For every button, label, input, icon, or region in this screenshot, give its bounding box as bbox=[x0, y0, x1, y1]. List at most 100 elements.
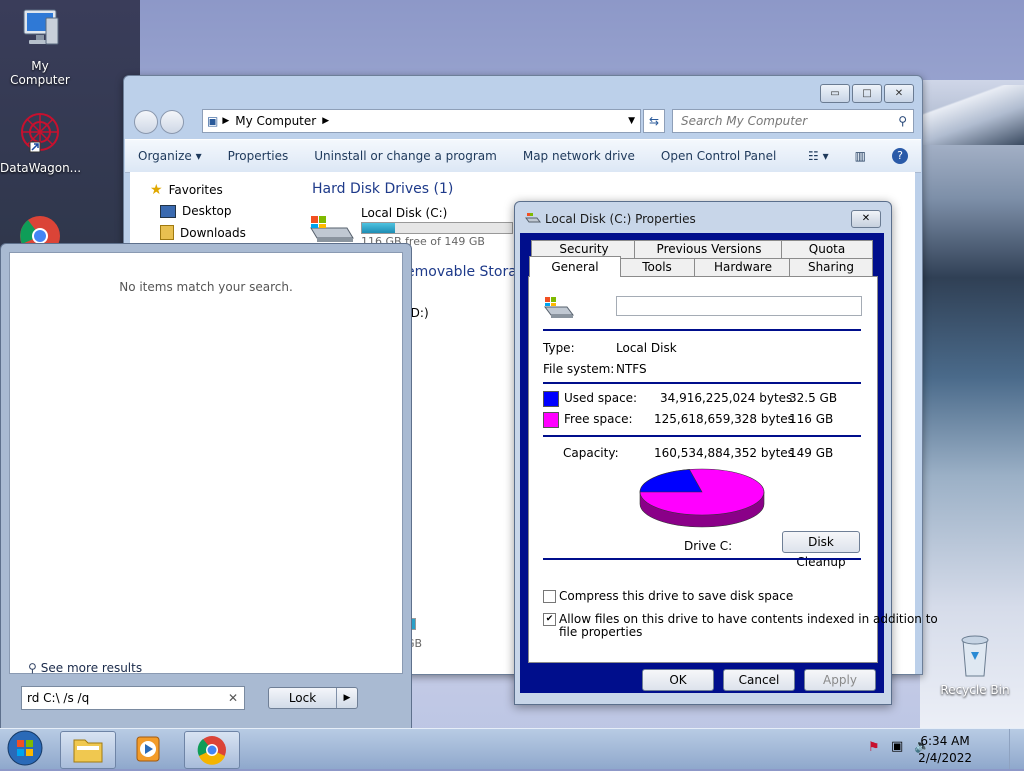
divider bbox=[543, 435, 861, 437]
desktop-icon-label: Recycle Bin bbox=[940, 683, 1010, 697]
lock-button[interactable]: Lock bbox=[269, 688, 337, 708]
tab-previous-versions[interactable]: Previous Versions bbox=[634, 240, 784, 258]
nav-desktop[interactable]: Desktop bbox=[160, 204, 232, 218]
refresh-button[interactable]: ⇆ bbox=[643, 109, 665, 133]
properties-dialog: Local Disk (C:) Properties ✕ Security Pr… bbox=[514, 201, 938, 705]
ok-button[interactable]: OK bbox=[642, 669, 714, 691]
taskbar-chrome-button[interactable] bbox=[184, 731, 240, 769]
cancel-button[interactable]: Cancel bbox=[723, 669, 795, 691]
forward-button[interactable] bbox=[160, 110, 184, 134]
compress-checkbox[interactable] bbox=[543, 590, 556, 603]
downloads-icon bbox=[160, 225, 174, 240]
dialog-title: Local Disk (C:) Properties bbox=[545, 212, 696, 226]
properties-button[interactable]: Properties bbox=[215, 149, 302, 163]
tab-tools[interactable]: Tools bbox=[617, 258, 697, 276]
close-button[interactable]: ✕ bbox=[884, 84, 914, 103]
search-icon[interactable]: ⚲ bbox=[898, 114, 907, 128]
folder-icon bbox=[73, 739, 103, 763]
power-options-arrow-icon[interactable]: ▶ bbox=[337, 688, 357, 708]
open-control-panel-button[interactable]: Open Control Panel bbox=[648, 149, 789, 163]
command-bar: Organize ▾ Properties Uninstall or chang… bbox=[125, 139, 921, 173]
tab-general[interactable]: General bbox=[529, 256, 621, 277]
divider bbox=[543, 382, 861, 384]
dialog-body: Security Previous Versions Quota Tools H… bbox=[520, 233, 938, 693]
tab-quota[interactable]: Quota bbox=[781, 240, 873, 258]
search-icon: ⚲ bbox=[28, 661, 37, 675]
help-icon[interactable]: ? bbox=[879, 148, 921, 164]
free-space-label: Free space: bbox=[564, 412, 633, 426]
taskbar-explorer-button[interactable] bbox=[60, 731, 116, 769]
removable-section-title-partial[interactable]: emovable Storag bbox=[406, 264, 526, 280]
recycle-bin-icon bbox=[961, 635, 989, 677]
tab-sharing[interactable]: Sharing bbox=[789, 258, 873, 276]
desktop-mountain bbox=[920, 85, 1024, 145]
desktop-icon-my-computer[interactable]: My Computer bbox=[0, 8, 80, 87]
used-space-bytes: 34,916,225,024 bytes bbox=[660, 391, 793, 405]
desktop-icon-label: My Computer bbox=[10, 59, 70, 87]
minimize-button[interactable]: ▭ bbox=[820, 84, 850, 103]
breadcrumb-separator-icon: ▶ bbox=[322, 116, 330, 126]
back-button[interactable] bbox=[134, 110, 158, 134]
used-space-gb: 32.5 GB bbox=[789, 391, 838, 405]
hard-disk-section-title[interactable]: Hard Disk Drives (1) bbox=[312, 181, 453, 197]
star-icon: ★ bbox=[150, 182, 163, 198]
show-desktop-button[interactable] bbox=[1009, 729, 1024, 769]
nav-favorites[interactable]: ★ Favorites bbox=[150, 182, 223, 198]
chevron-down-icon[interactable]: ▼ bbox=[628, 116, 635, 126]
desktop-icon-label: DataWagon... bbox=[0, 161, 82, 175]
dialog-close-button[interactable]: ✕ bbox=[851, 210, 881, 228]
organize-button[interactable]: Organize ▾ bbox=[125, 149, 215, 163]
disk-usage-pie-chart bbox=[639, 468, 765, 528]
free-space-gb: 116 GB bbox=[789, 412, 834, 426]
free-space-bytes: 125,618,659,328 bytes bbox=[654, 412, 794, 426]
see-more-results-link[interactable]: ⚲ See more results bbox=[28, 661, 142, 675]
network-icon[interactable]: ▣ bbox=[891, 739, 903, 754]
lock-button-group: Lock ▶ bbox=[268, 687, 358, 709]
preview-pane-icon[interactable]: ▥ bbox=[842, 149, 879, 163]
start-search-input[interactable]: rd C:\ /s /q ✕ bbox=[21, 686, 245, 710]
breadcrumb-separator-icon: ▶ bbox=[222, 116, 230, 126]
file-system-label: File system: bbox=[543, 362, 615, 376]
search-placeholder: Search My Computer bbox=[681, 114, 808, 128]
address-bar[interactable]: ▣ ▶ My Computer ▶ ▼ bbox=[202, 109, 641, 133]
start-menu-results: No items match your search. ⚲ See more r… bbox=[9, 252, 403, 675]
hard-drive-icon bbox=[544, 297, 574, 318]
free-space-swatch bbox=[543, 412, 559, 428]
media-player-icon bbox=[136, 736, 160, 762]
index-checkbox[interactable]: ✔ bbox=[543, 613, 556, 626]
maximize-button[interactable]: □ bbox=[852, 84, 882, 103]
used-space-label: Used space: bbox=[564, 391, 638, 405]
drive-c-usage-bar bbox=[361, 222, 513, 234]
drive-label-input[interactable] bbox=[616, 296, 862, 316]
computer-icon: ▣ bbox=[207, 114, 219, 128]
desktop-icon bbox=[160, 204, 176, 218]
index-label-line-1: Allow files on this drive to have conten… bbox=[559, 612, 938, 626]
clock-time: 6:34 AM bbox=[920, 734, 970, 748]
disk-cleanup-button[interactable]: Disk Cleanup bbox=[782, 531, 860, 569]
desktop-icon-recycle-bin[interactable]: Recycle Bin bbox=[935, 632, 1015, 697]
start-menu: No items match your search. ⚲ See more r… bbox=[0, 243, 412, 731]
view-options-icon[interactable]: ☷ ▾ bbox=[795, 149, 842, 163]
clear-search-icon[interactable]: ✕ bbox=[228, 691, 238, 705]
system-clock[interactable]: 6:34 AM 2/4/2022 bbox=[918, 734, 972, 765]
general-tab-panel: Type: Local Disk File system: NTFS Used … bbox=[528, 276, 938, 663]
uninstall-button[interactable]: Uninstall or change a program bbox=[301, 149, 510, 163]
windows-orb-icon bbox=[7, 730, 43, 766]
capacity-gb: 149 GB bbox=[789, 446, 834, 460]
search-input[interactable]: Search My Computer ⚲ bbox=[672, 109, 914, 133]
address-row: ▣ ▶ My Computer ▶ ▼ ⇆ Search My Computer… bbox=[130, 107, 916, 134]
action-center-icon[interactable]: ⚑ bbox=[868, 740, 880, 755]
start-search-value: rd C:\ /s /q bbox=[27, 691, 90, 705]
map-network-drive-button[interactable]: Map network drive bbox=[510, 149, 648, 163]
nav-downloads[interactable]: Downloads bbox=[160, 225, 246, 240]
desktop-icon-datawagon[interactable]: DataWagon... bbox=[0, 110, 82, 175]
drive-c-name: Local Disk (C:) bbox=[361, 206, 448, 220]
no-items-message: No items match your search. bbox=[119, 280, 293, 294]
apply-button[interactable]: Apply bbox=[804, 669, 876, 691]
breadcrumb-my-computer[interactable]: My Computer bbox=[235, 114, 316, 128]
tab-hardware[interactable]: Hardware bbox=[694, 258, 792, 276]
taskbar-media-player-button[interactable] bbox=[122, 731, 176, 767]
start-button[interactable] bbox=[6, 729, 46, 769]
divider bbox=[543, 329, 861, 331]
clock-date: 2/4/2022 bbox=[918, 751, 972, 765]
